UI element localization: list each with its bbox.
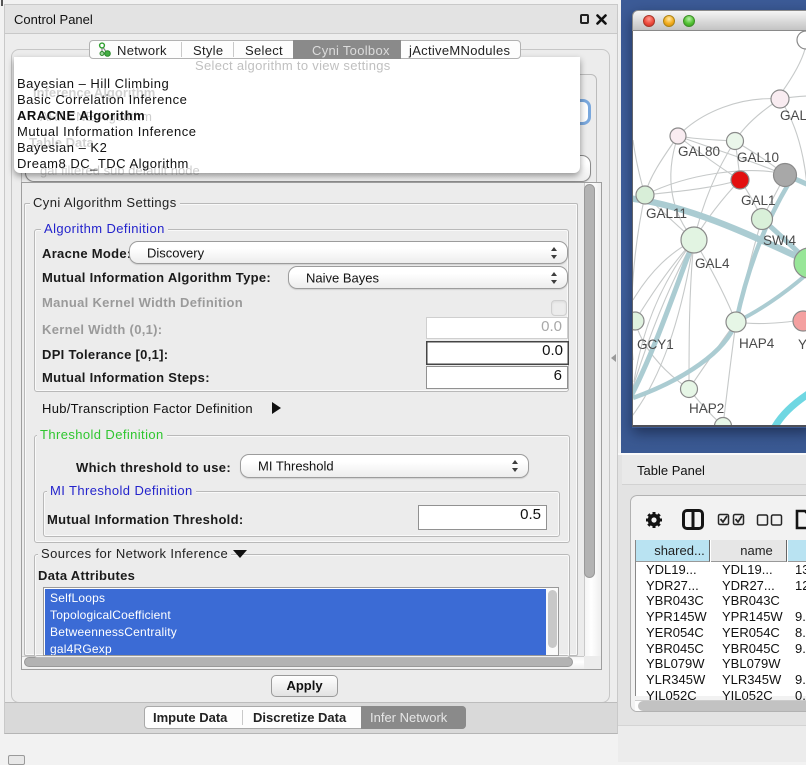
svg-text:GAL4: GAL4	[695, 256, 730, 271]
svg-text:GAL80: GAL80	[678, 144, 720, 159]
svg-text:HAP4: HAP4	[739, 336, 775, 351]
svg-text:GAL11: GAL11	[646, 206, 687, 221]
svg-text:GAL1: GAL1	[741, 193, 776, 208]
svg-text:GCY1: GCY1	[637, 337, 674, 352]
svg-text:SWI4: SWI4	[763, 233, 796, 248]
svg-text:GAL2: GAL2	[780, 108, 806, 123]
svg-text:HAP2: HAP2	[689, 401, 724, 416]
svg-text:GAL10: GAL10	[737, 150, 779, 165]
svg-text:YE: YE	[798, 337, 806, 352]
